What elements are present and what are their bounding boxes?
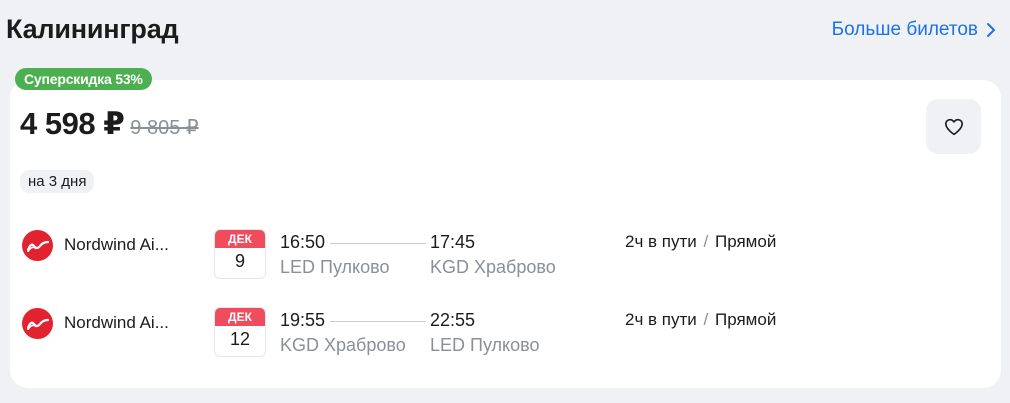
flight-segment-return: Nordwind Ai... ДЕК 12 19:55 22:55 KGD Хр…	[0, 307, 1010, 368]
airline-name: Nordwind Ai...	[64, 235, 169, 254]
calendar-day: 12	[229, 329, 251, 349]
nordwind-logo-icon	[22, 308, 53, 339]
stops-info: Прямой	[714, 310, 777, 329]
date-calendar: ДЕК 12	[214, 307, 266, 357]
destination-title: Калининград	[6, 14, 179, 44]
calendar-month: ДЕК	[215, 230, 265, 248]
arrival-airport: LED Пулково	[430, 335, 540, 355]
favorite-button[interactable]	[926, 99, 981, 154]
info-separator: /	[703, 310, 709, 329]
route-line	[330, 243, 426, 244]
departure-time: 16:50	[280, 232, 326, 252]
old-price: 9 805 ₽	[130, 117, 199, 139]
more-tickets-link[interactable]: Больше билетов	[832, 19, 996, 41]
nordwind-logo-icon	[22, 230, 53, 261]
departure-time: 19:55	[280, 310, 326, 330]
heart-icon	[944, 118, 963, 135]
trip-info: 2ч в пути / Прямой	[625, 232, 776, 252]
travel-time: 2ч в пути	[625, 310, 697, 329]
arrival-airport: KGD Храброво	[430, 257, 556, 277]
flight-segment-outbound: Nordwind Ai... ДЕК 9 16:50 17:45 LED Пул…	[0, 229, 1010, 290]
travel-time: 2ч в пути	[625, 232, 697, 251]
arrival-time: 17:45	[430, 232, 476, 252]
calendar-month: ДЕК	[215, 308, 265, 326]
info-separator: /	[703, 232, 709, 251]
departure-airport: LED Пулково	[280, 257, 390, 277]
route-line	[330, 321, 426, 322]
chevron-right-icon	[987, 23, 995, 37]
arrival-time: 22:55	[430, 310, 476, 330]
trip-duration-chip: на 3 дня	[20, 170, 95, 193]
calendar-day: 9	[234, 251, 245, 271]
airline-name: Nordwind Ai...	[64, 313, 169, 332]
date-calendar: ДЕК 9	[214, 229, 266, 279]
departure-airport: KGD Храброво	[280, 335, 406, 355]
price-row: 4 598 ₽ 9 805 ₽	[20, 106, 199, 142]
discount-badge: Суперскидка 53%	[15, 68, 152, 90]
trip-info: 2ч в пути / Прямой	[625, 310, 776, 330]
price: 4 598 ₽	[20, 106, 125, 141]
more-tickets-label: Больше билетов	[831, 19, 978, 40]
stops-info: Прямой	[714, 232, 777, 251]
